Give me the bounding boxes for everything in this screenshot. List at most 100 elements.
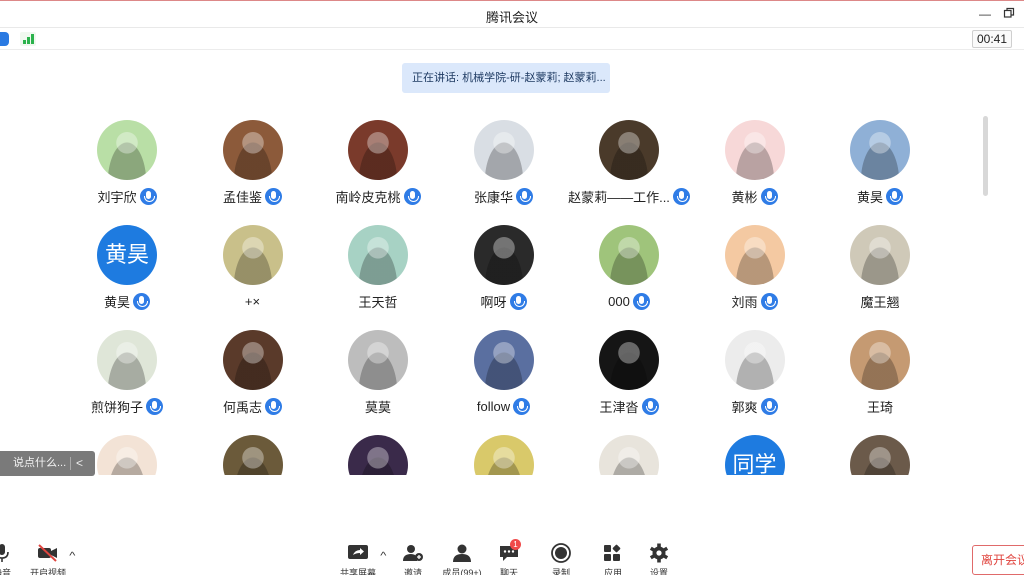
- avatar: [724, 120, 785, 180]
- participant-tile[interactable]: 王津沓: [564, 328, 694, 423]
- participant-tile[interactable]: 黄昊 黄昊: [62, 223, 192, 318]
- participant-name: 赵蒙莉——工作...: [568, 189, 670, 205]
- participant-tile[interactable]: +×: [188, 223, 318, 318]
- avatar: [473, 435, 534, 475]
- participant-name: 南岭皮克桃: [335, 189, 401, 205]
- avatar: [850, 120, 910, 180]
- avatar: [222, 225, 283, 285]
- invite-button[interactable]: 邀请: [385, 543, 441, 575]
- participant-name-row: 煎饼狗子: [62, 397, 192, 415]
- participant-tile[interactable]: 同学: [690, 433, 820, 475]
- participant-name-row: 王琦: [815, 397, 945, 415]
- speaking-indicator: 正在讲话: 机械学院-研-赵蒙莉; 赵蒙莉...: [402, 63, 610, 93]
- participant-name: 张康华: [473, 189, 513, 205]
- participant-tile[interactable]: [439, 433, 569, 475]
- participant-tile[interactable]: 何禹志: [188, 328, 318, 423]
- participant-tile[interactable]: [313, 433, 443, 475]
- participant-tile[interactable]: 000: [564, 223, 694, 318]
- participant-tile[interactable]: 刘宇欣: [62, 118, 192, 213]
- participant-tile[interactable]: 赵蒙莉——工作...: [564, 118, 694, 213]
- chat-button[interactable]: 1 聊天: [481, 539, 537, 575]
- participant-tile[interactable]: 王琦: [815, 328, 945, 423]
- microphone-icon: [0, 543, 13, 563]
- avatar: [473, 120, 534, 180]
- chat-divider: [70, 457, 71, 470]
- participant-tile[interactable]: [188, 433, 318, 475]
- participant-tile[interactable]: follow: [439, 328, 569, 423]
- avatar: [348, 330, 408, 390]
- participant-name-row: 孟佳鉴: [188, 187, 318, 205]
- participant-name-row: 黄彬: [690, 187, 820, 205]
- leave-meeting-button[interactable]: 离开会议: [972, 545, 1024, 575]
- meeting-toolbar: 静音 开启视频 ^ 共享屏幕 ^: [0, 531, 1024, 575]
- apps-grid-icon: [602, 543, 624, 563]
- video-button[interactable]: 开启视频: [20, 543, 76, 575]
- participant-tile[interactable]: 刘雨: [690, 223, 820, 318]
- participant-tile[interactable]: 魔王翘: [815, 223, 945, 318]
- chat-quick-input[interactable]: 说点什么... <: [0, 451, 95, 476]
- participant-name: 黄彬: [731, 189, 758, 205]
- avatar: [599, 225, 659, 285]
- participant-name: 王天哲: [358, 294, 398, 310]
- chat-unread-badge: 1: [510, 539, 521, 550]
- participant-name: 黄昊: [103, 294, 130, 310]
- chat-placeholder: 说点什么...: [13, 457, 67, 469]
- microphone-icon: [886, 187, 903, 205]
- participant-tile[interactable]: 煎饼狗子: [62, 328, 192, 423]
- avatar: [599, 435, 659, 475]
- invite-user-icon: [402, 543, 424, 563]
- microphone-icon: [641, 397, 659, 415]
- participant-name-row: 刘雨: [690, 292, 820, 310]
- video-options-caret-icon[interactable]: ^: [69, 551, 75, 562]
- participant-tile[interactable]: 张康华: [439, 118, 569, 213]
- participant-name-row: +×: [188, 292, 318, 310]
- participant-tile[interactable]: 孟佳鉴: [188, 118, 318, 213]
- participant-tile[interactable]: 黄昊: [815, 118, 945, 213]
- participant-name: 啊呀: [480, 294, 507, 310]
- avatar: [222, 330, 283, 390]
- avatar: [97, 120, 157, 180]
- restore-icon: [1003, 7, 1015, 18]
- minimize-button[interactable]: —: [977, 7, 993, 21]
- participant-tile[interactable]: 王天哲: [313, 223, 443, 318]
- participant-tile[interactable]: 莫莫: [313, 328, 443, 423]
- participant-name: 王琦: [866, 399, 893, 415]
- participant-name: 黄昊: [856, 189, 883, 205]
- participant-name: 王津沓: [599, 399, 639, 415]
- avatar: [599, 120, 659, 180]
- participant-tile[interactable]: 啊呀: [439, 223, 569, 318]
- participant-tile[interactable]: 黄彬: [690, 118, 820, 213]
- restore-button[interactable]: [1001, 7, 1017, 21]
- share-screen-icon: [347, 543, 369, 563]
- settings-button[interactable]: 设置: [631, 543, 687, 575]
- avatar: [724, 225, 785, 285]
- avatar: [850, 435, 910, 475]
- participant-name-row: 魔王翘: [815, 292, 945, 310]
- meeting-timer: 00:41: [972, 30, 1012, 48]
- microphone-icon: [403, 187, 421, 205]
- avatar: [473, 330, 534, 390]
- microphone-icon: [760, 397, 778, 415]
- participant-tile[interactable]: 郭爽: [690, 328, 820, 423]
- avatar: [850, 330, 910, 390]
- chevron-left-icon[interactable]: <: [76, 451, 83, 476]
- avatar: [348, 435, 408, 475]
- avatar: [348, 120, 408, 180]
- participant-tile[interactable]: 南岭皮克桃: [313, 118, 443, 213]
- security-icon[interactable]: [0, 32, 9, 46]
- participant-name-row: 郭爽: [690, 397, 820, 415]
- window-title: 腾讯会议: [485, 10, 538, 25]
- participant-tile[interactable]: [564, 433, 694, 475]
- microphone-icon: [509, 292, 527, 310]
- participant-name-row: 王津沓: [564, 397, 694, 415]
- signal-strength-icon[interactable]: [20, 32, 36, 46]
- share-screen-button[interactable]: 共享屏幕: [330, 543, 386, 575]
- participant-name: 莫莫: [364, 399, 391, 415]
- record-button[interactable]: 录制: [533, 543, 589, 575]
- participant-tile[interactable]: [815, 433, 945, 475]
- microphone-icon: [516, 187, 533, 205]
- grid-scrollbar[interactable]: [983, 116, 988, 196]
- participant-name: 郭爽: [731, 399, 758, 415]
- share-label: 共享屏幕: [339, 568, 376, 575]
- participant-name: 孟佳鉴: [222, 189, 262, 205]
